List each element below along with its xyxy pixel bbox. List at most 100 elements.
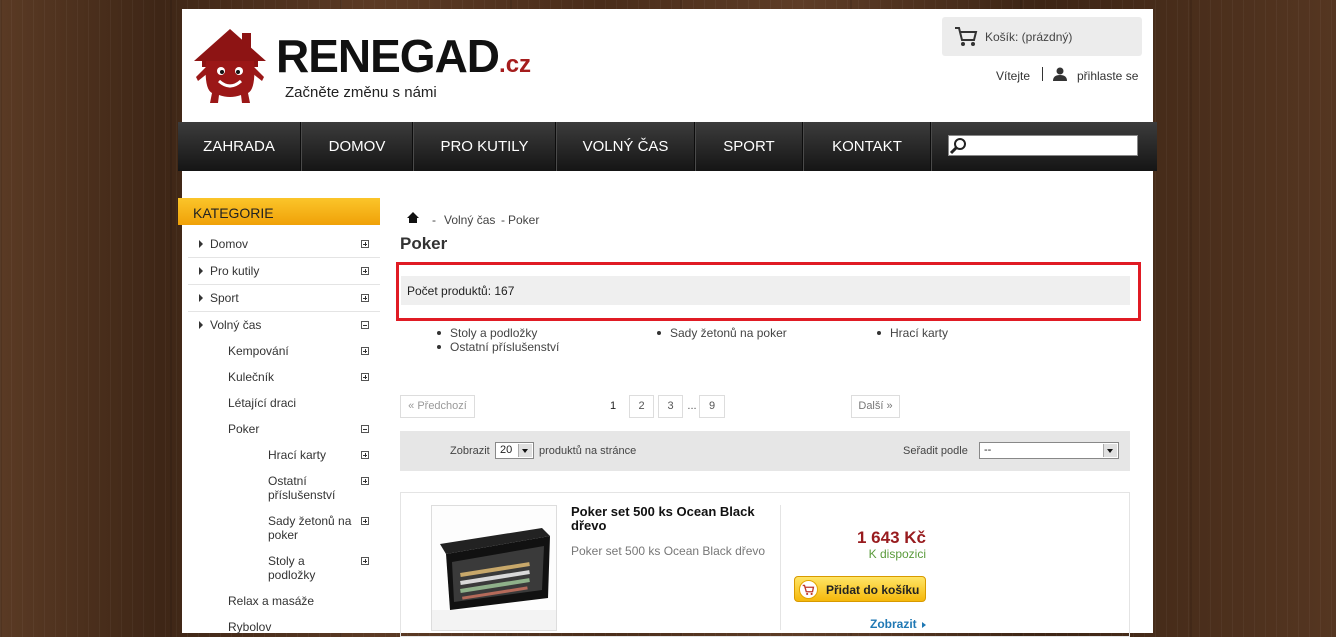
expand-icon[interactable] <box>361 477 369 485</box>
cart-box[interactable]: Košík: (prázdný) <box>942 17 1142 56</box>
nav-item-sport[interactable]: SPORT <box>696 122 802 171</box>
sidebar-item-label: Hrací karty <box>268 448 327 462</box>
logo-wordmark: RENEGAD.cz <box>276 33 531 88</box>
sidebar-item-kempovani[interactable]: Kempování <box>188 338 380 364</box>
sidebar-item-label: Pro kutily <box>210 264 260 278</box>
sidebar-item-hraci-karty[interactable]: Hrací karty <box>188 442 380 468</box>
arrow-right-icon <box>199 267 203 275</box>
add-to-cart-button[interactable]: Přidat do košíku <box>794 576 926 602</box>
cart-icon <box>799 580 818 599</box>
sidebar-item-sady-zetonu[interactable]: Sady žetonů na poker <box>188 508 380 548</box>
subcategory-link[interactable]: Sady žetonů na poker <box>657 326 787 340</box>
login-link[interactable]: přihlaste se <box>1077 69 1138 83</box>
nav-item-kontakt[interactable]: KONTAKT <box>804 122 930 171</box>
divider <box>780 505 781 630</box>
chevron-down-icon <box>1103 444 1117 457</box>
page-ellipsis: ... <box>687 400 697 412</box>
logo-name: RENEGAD <box>276 30 500 82</box>
sidebar-item-kulecnik[interactable]: Kulečník <box>188 364 380 390</box>
subcategory-link[interactable]: Ostatní příslušenství <box>436 340 559 354</box>
product-price: 1 643 Kč <box>857 528 926 547</box>
sidebar-item-pro-kutily[interactable]: Pro kutily <box>188 258 380 284</box>
collapse-icon[interactable] <box>361 425 369 433</box>
expand-icon[interactable] <box>361 240 369 248</box>
cart-icon <box>955 27 978 46</box>
listing-toolbar: Zobrazit 20 produktů na stránce Seřadit … <box>400 431 1130 471</box>
page-link[interactable]: 2 <box>629 395 654 418</box>
sidebar-item-sport[interactable]: Sport <box>188 285 380 311</box>
breadcrumb-current: Poker <box>508 213 540 227</box>
nav-item-pro-kutily[interactable]: PRO KUTILY <box>414 122 555 171</box>
sidebar-item-label: Poker <box>228 422 260 436</box>
nav-item-domov[interactable]: DOMOV <box>302 122 412 171</box>
user-row: Vítejte přihlaste se <box>942 67 1142 85</box>
nav-item-volny-cas[interactable]: VOLNÝ ČAS <box>557 122 694 171</box>
expand-icon[interactable] <box>361 347 369 355</box>
page-link[interactable]: 3 <box>658 395 683 418</box>
collapse-icon[interactable] <box>361 321 369 329</box>
sidebar-item-label: Sport <box>210 291 239 305</box>
next-page-button[interactable]: Další » <box>851 395 900 418</box>
sidebar-item-stoly-a-podlozky[interactable]: Stoly a podložky <box>188 548 380 588</box>
expand-icon[interactable] <box>361 517 369 525</box>
site-logo[interactable]: RENEGAD.cz Začněte změnu s námi <box>192 27 552 107</box>
per-page-value: 20 <box>500 444 513 456</box>
page-current: 1 <box>609 400 617 412</box>
per-page-select[interactable]: 20 <box>495 442 534 459</box>
nav-divider <box>930 122 932 171</box>
expand-icon[interactable] <box>361 267 369 275</box>
category-title: KATEGORIE <box>193 205 274 221</box>
sidebar-item-relax[interactable]: Relax a masáže <box>188 588 380 614</box>
user-divider <box>1042 67 1043 81</box>
sidebar-item-ostatni-prislusenstvi[interactable]: Ostatní příslušenství <box>188 468 380 508</box>
expand-icon[interactable] <box>361 294 369 302</box>
add-to-cart-label: Přidat do košíku <box>826 583 920 597</box>
subcategory-link[interactable]: Stoly a podložky <box>436 326 537 340</box>
subcategory-link[interactable]: Hrací karty <box>876 326 948 340</box>
sidebar-item-poker[interactable]: Poker <box>188 416 380 442</box>
highlight-frame <box>396 262 1141 321</box>
expand-icon[interactable] <box>361 373 369 381</box>
sidebar-item-label: Ostatní příslušenství <box>268 474 336 502</box>
poker-case-image <box>432 506 556 630</box>
prev-page-button[interactable]: « Předchozí <box>400 395 475 418</box>
page-link[interactable]: 9 <box>699 395 725 418</box>
sort-select[interactable]: -- <box>979 442 1119 459</box>
sidebar-item-label: Létající draci <box>228 396 297 410</box>
nav-item-zahrada[interactable]: ZAHRADA <box>178 122 300 171</box>
sidebar-item-label: Rybolov <box>228 620 272 634</box>
sidebar-item-label: Stoly a podložky <box>268 554 316 582</box>
sidebar-item-label: Sady žetonů na poker <box>268 514 352 542</box>
view-product-link[interactable]: Zobrazit <box>870 617 926 631</box>
sidebar-item-rybolov[interactable]: Rybolov <box>188 614 380 634</box>
expand-icon[interactable] <box>361 557 369 565</box>
search-input[interactable] <box>948 135 1138 156</box>
product-description: Poker set 500 ks Ocean Black dřevo <box>571 544 766 558</box>
product-image[interactable] <box>431 505 557 631</box>
sort-value: -- <box>984 444 992 456</box>
cart-label: Košík: (prázdný) <box>985 30 1073 44</box>
sort-label: Seřadit podle <box>903 445 968 457</box>
breadcrumb-separator: - <box>432 213 436 227</box>
arrow-right-icon <box>199 294 203 302</box>
welcome-text: Vítejte <box>996 69 1031 83</box>
product-name[interactable]: Poker set 500 ks Ocean Black dřevo <box>571 505 771 533</box>
sidebar-item-domov[interactable]: Domov <box>188 231 380 257</box>
breadcrumb-separator: - <box>501 213 505 227</box>
search-icon[interactable] <box>949 136 969 155</box>
category-header: KATEGORIE <box>178 198 380 225</box>
chevron-down-icon <box>518 444 532 457</box>
page-title: Poker <box>400 234 448 253</box>
logo-tld: .cz <box>499 51 532 78</box>
availability-status: K dispozici <box>868 547 926 561</box>
home-icon[interactable] <box>407 212 419 223</box>
arrow-right-icon <box>199 321 203 329</box>
user-icon <box>1053 67 1067 81</box>
house-logo-icon <box>194 29 266 103</box>
sidebar-item-label: Kempování <box>228 344 289 358</box>
breadcrumb-volny-cas[interactable]: Volný čas <box>444 213 495 227</box>
expand-icon[interactable] <box>361 451 369 459</box>
arrow-right-icon <box>199 240 203 248</box>
sidebar-item-volny-cas[interactable]: Volný čas <box>188 312 380 338</box>
sidebar-item-letajici-draci[interactable]: Létající draci <box>188 390 380 416</box>
